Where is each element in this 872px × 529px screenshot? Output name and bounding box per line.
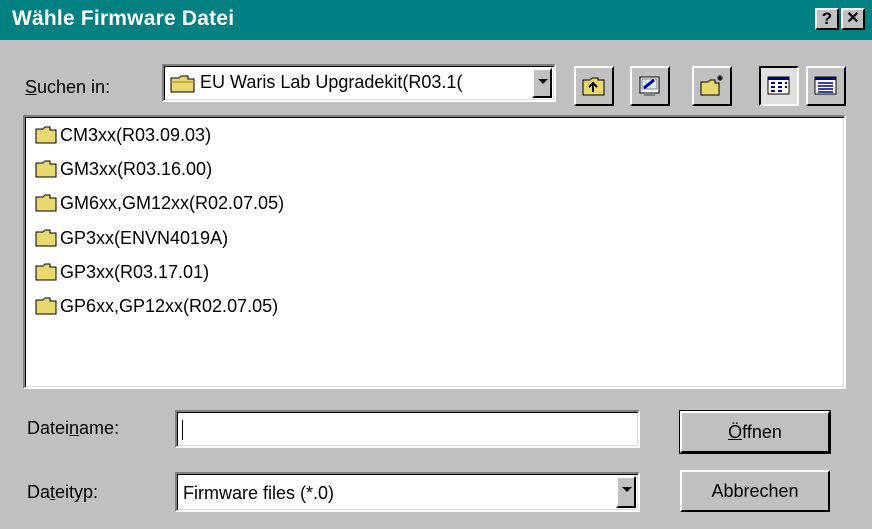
new-folder-icon <box>700 75 723 96</box>
folder-icon <box>35 126 57 144</box>
folder-icon <box>35 229 57 247</box>
details-view-icon <box>814 76 837 95</box>
open-button[interactable]: Öffnen <box>679 410 831 454</box>
file-item-label: GP3xx(R03.17.01) <box>60 261 210 282</box>
list-item[interactable]: GM3xx(R03.16.00) <box>35 156 212 182</box>
folder-icon <box>35 194 57 212</box>
filename-input[interactable] <box>175 410 640 448</box>
filetype-dropdown[interactable]: Firmware files (*.0) <box>175 472 640 512</box>
new-folder-button[interactable] <box>692 66 732 106</box>
chevron-down-icon[interactable] <box>616 476 636 508</box>
chevron-down-icon[interactable] <box>532 68 552 98</box>
close-button[interactable]: ✕ <box>841 8 865 30</box>
file-item-label: GP6xx,GP12xx(R02.07.05) <box>60 295 279 316</box>
up-one-level-button[interactable] <box>574 66 614 106</box>
list-item[interactable]: GP3xx(ENVN4019A) <box>35 225 228 251</box>
lookin-label: Suchen in: <box>25 77 111 97</box>
list-view-icon <box>767 76 790 95</box>
list-view-button[interactable] <box>759 66 799 106</box>
file-item-label: CM3xx(R03.09.03) <box>60 124 212 145</box>
list-item[interactable]: GP6xx,GP12xx(R02.07.05) <box>35 293 278 319</box>
file-list[interactable]: CM3xx(R03.09.03) GM3xx(R03.16.00) GM6xx,… <box>23 115 846 389</box>
list-item[interactable]: CM3xx(R03.09.03) <box>35 122 211 148</box>
desktop-icon <box>639 76 660 96</box>
filename-label: Dateiname: <box>27 418 120 438</box>
lookin-dropdown[interactable]: EU Waris Lab Upgradekit(R03.1( <box>162 64 556 102</box>
help-button[interactable]: ? <box>815 8 839 30</box>
filetype-label: Dateityp: <box>27 482 99 502</box>
up-one-level-icon <box>582 77 605 96</box>
file-item-label: GM6xx,GM12xx(R02.07.05) <box>60 192 285 213</box>
lookin-value: EU Waris Lab Upgradekit(R03.1( <box>200 72 463 92</box>
title-bar: Wähle Firmware Datei ? ✕ <box>0 0 872 40</box>
cancel-button[interactable]: Abbrechen <box>680 470 830 512</box>
window-title: Wähle Firmware Datei <box>12 7 235 30</box>
list-item[interactable]: GP3xx(R03.17.01) <box>35 259 209 285</box>
folder-icon <box>170 75 195 93</box>
list-item[interactable]: GM6xx,GM12xx(R02.07.05) <box>35 190 284 216</box>
desktop-button[interactable] <box>630 66 670 106</box>
folder-icon <box>35 160 57 178</box>
details-view-button[interactable] <box>806 66 846 106</box>
folder-icon <box>35 297 57 315</box>
file-item-label: GP3xx(ENVN4019A) <box>60 227 229 248</box>
filetype-value: Firmware files (*.0) <box>183 483 335 503</box>
file-item-label: GM3xx(R03.16.00) <box>60 158 213 179</box>
folder-icon <box>35 263 57 281</box>
text-cursor <box>182 420 183 440</box>
